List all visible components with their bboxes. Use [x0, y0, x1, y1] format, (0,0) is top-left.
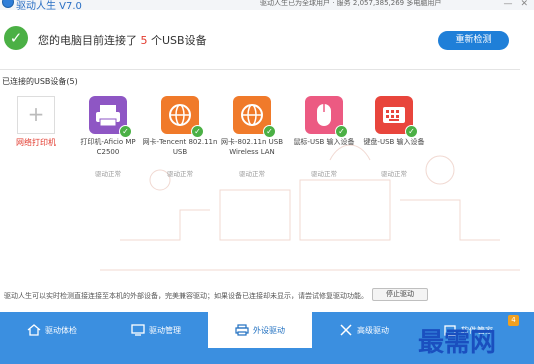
minimize-button[interactable]: —	[503, 0, 512, 9]
tab-advanced-driver[interactable]: 高级驱动	[312, 312, 416, 348]
device-count: 5	[140, 34, 148, 47]
device-state: 驱动正常	[95, 170, 121, 178]
tab-peripheral-driver[interactable]: 外设驱动	[208, 312, 312, 348]
section-title: 已连接的USB设备(5)	[2, 77, 78, 86]
ok-check-icon: ✓	[405, 125, 418, 138]
add-device-label: 网络打印机	[16, 138, 56, 147]
device-state: 驱动正常	[167, 170, 193, 178]
status-message: 您的电脑目前连接了 5 个USB设备	[38, 32, 207, 48]
stop-driver-button[interactable]: 停止驱动	[372, 288, 428, 301]
device-name: 网卡-Tencent 802.11n USB	[142, 138, 218, 156]
keyboard-icon: ✓	[375, 96, 418, 138]
add-plus-icon: +	[17, 96, 55, 134]
ok-check-icon: ✓	[263, 125, 276, 138]
device-state: 驱动正常	[381, 170, 407, 178]
status-suffix: 个USB设备	[151, 34, 207, 47]
app-logo-icon	[2, 0, 14, 8]
site-watermark-logo: 最需网	[418, 328, 497, 358]
ok-check-icon: ✓	[119, 125, 132, 138]
home-icon	[27, 324, 41, 336]
status-prefix: 您的电脑目前连接了	[38, 34, 137, 47]
device-name: 鼠标-USB 输入设备	[293, 138, 355, 146]
window-controls: — ✕	[503, 0, 528, 9]
device-network-card-tencent[interactable]: ✓ 网卡-Tencent 802.11n USB	[142, 96, 218, 157]
device-keyboard[interactable]: ✓ 键盘-USB 输入设备	[356, 96, 432, 147]
device-state: 驱动正常	[311, 170, 337, 178]
globe-icon: ✓	[161, 96, 204, 138]
tab-driver-check[interactable]: 驱动体检	[0, 312, 104, 348]
ok-check-icon: ✓	[191, 125, 204, 138]
title-bar: 驱动人生 V7.0 驱动人生已为全球用户 · 服务 2,057,385,269 …	[0, 0, 534, 12]
globe-icon: ✓	[233, 96, 276, 138]
printer-icon	[235, 324, 249, 336]
app-title: 驱动人生 V7.0	[16, 1, 82, 12]
mouse-icon: ✓	[305, 96, 348, 138]
device-printer[interactable]: ✓ 打印机-Aficio MP C2500	[70, 96, 146, 157]
tab-label: 高级驱动	[357, 325, 389, 335]
footer-hint: 驱动人生可以实时检测直接连接至本机的外部设备，完美兼容驱动；如果设备已连接却未显…	[4, 292, 368, 300]
check-circle-icon: ✓	[4, 26, 28, 50]
close-button[interactable]: ✕	[520, 0, 528, 9]
monitor-icon	[131, 324, 145, 336]
device-name: 网卡-802.11n USB Wireless LAN	[220, 138, 284, 156]
printer-icon: ✓	[89, 96, 132, 138]
title-info: 驱动人生已为全球用户 · 服务 2,057,385,269 多电脑用户	[260, 0, 442, 7]
tools-icon	[340, 324, 352, 336]
rescan-button[interactable]: 重新检测	[438, 31, 509, 50]
ok-check-icon: ✓	[335, 125, 348, 138]
device-name: 键盘-USB 输入设备	[363, 138, 425, 146]
status-header: ✓ 您的电脑目前连接了 5 个USB设备 重新检测	[0, 24, 534, 58]
add-network-printer[interactable]: + 网络打印机	[0, 96, 74, 148]
notification-badge: 4	[508, 315, 519, 326]
device-state: 驱动正常	[239, 170, 265, 178]
tab-label: 驱动体检	[45, 325, 77, 335]
tab-label: 驱动管理	[149, 325, 181, 335]
tab-driver-manage[interactable]: 驱动管理	[104, 312, 208, 348]
tab-label: 外设驱动	[253, 325, 285, 335]
device-name: 打印机-Aficio MP C2500	[80, 138, 136, 156]
device-wireless-lan[interactable]: ✓ 网卡-802.11n USB Wireless LAN	[214, 96, 290, 157]
divider	[0, 69, 520, 70]
device-mouse[interactable]: ✓ 鼠标-USB 输入设备	[286, 96, 362, 147]
